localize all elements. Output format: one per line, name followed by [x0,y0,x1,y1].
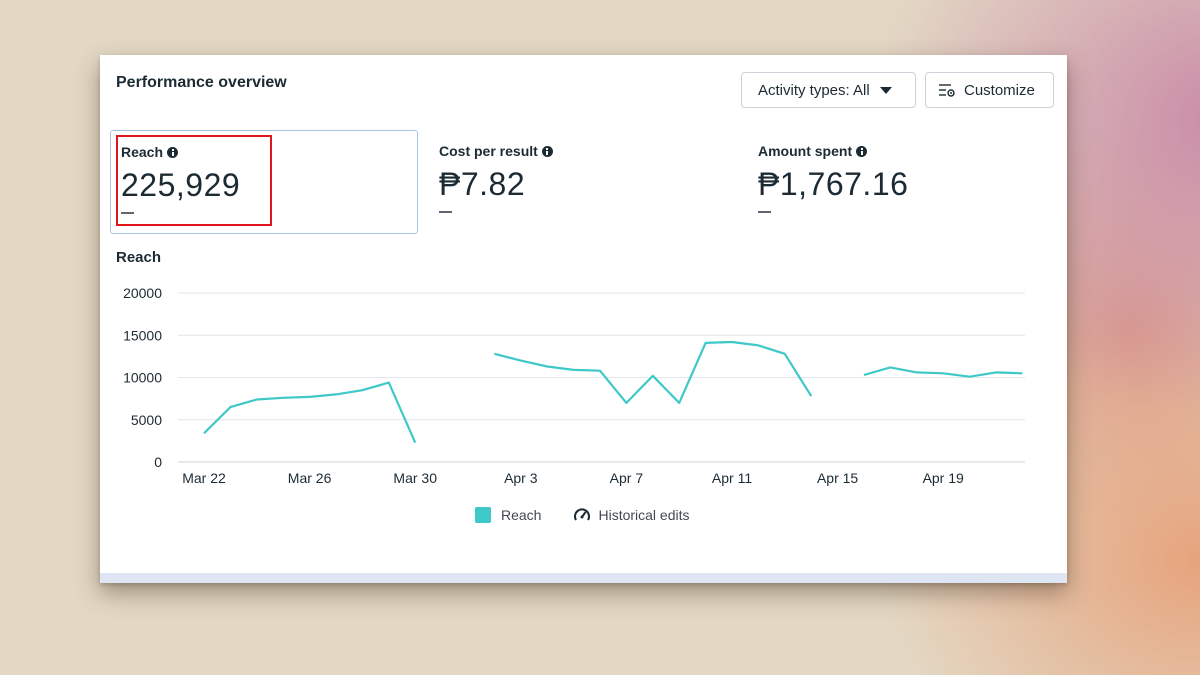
x-tick-label: Mar 26 [288,470,332,486]
y-tick-label: 5000 [131,412,162,428]
x-tick-label: Mar 30 [393,470,437,486]
reach-series-line [203,381,417,444]
gauge-icon [574,508,591,521]
y-tick-label: 10000 [123,370,162,386]
x-tick-label: Apr 11 [712,470,752,486]
reach-series-line [494,340,813,404]
legend-item-historical-edits[interactable]: Historical edits [573,507,690,523]
y-tick-label: 20000 [123,285,162,301]
y-tick-label: 15000 [123,327,162,343]
x-tick-label: Apr 15 [817,470,858,486]
performance-overview-card: Performance overview Activity types: All… [100,55,1067,583]
legend-swatch-reach [475,507,491,523]
reach-line-chart: 0 5000 10000 15000 20000 Mar 22 Mar 26 Mar 30 Ap… [123,285,1025,486]
legend-label-reach: Reach [501,507,542,523]
card-bottom-strip [100,573,1067,583]
x-tick-label: Apr 7 [610,470,644,486]
reach-series-line [863,366,1023,378]
y-tick-label: 0 [154,454,162,470]
x-tick-label: Mar 22 [182,470,226,486]
x-tick-label: Apr 19 [923,470,964,486]
legend-label-historical-edits: Historical edits [598,507,690,523]
legend-item-reach[interactable]: Reach [475,507,541,523]
chart-legend: Reach Historical edits [475,507,690,523]
x-tick-label: Apr 3 [504,470,538,486]
